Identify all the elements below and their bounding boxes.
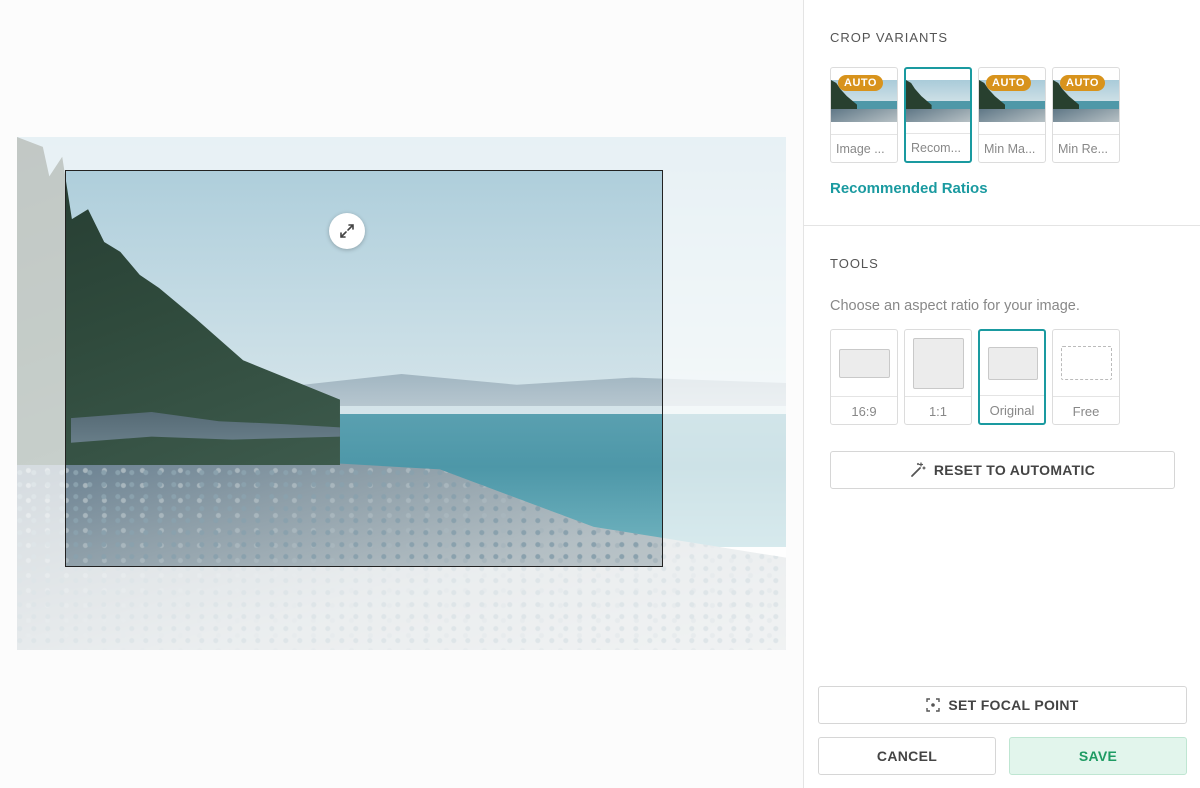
crop-variant-card-selected[interactable]: Recom... <box>904 67 972 163</box>
ratio-16-9-icon <box>839 349 890 378</box>
save-label: SAVE <box>1078 748 1118 764</box>
crop-variant-card[interactable]: AUTO Image ... <box>830 67 898 163</box>
source-image <box>17 137 786 650</box>
crop-variant-card[interactable]: AUTO Min Re... <box>1052 67 1120 163</box>
set-focal-point-button[interactable]: SET FOCAL POINT <box>818 686 1187 724</box>
section-divider <box>804 225 1200 226</box>
save-button[interactable]: SAVE <box>1009 737 1187 775</box>
cancel-label: CANCEL <box>876 748 938 764</box>
focal-point-label: SET FOCAL POINT <box>948 697 1079 713</box>
resize-handle-icon[interactable] <box>329 213 365 249</box>
aspect-ratio-hint: Choose an aspect ratio for your image. <box>830 298 1080 314</box>
ratio-label: Free <box>1053 396 1119 424</box>
ratio-option-1-1[interactable]: 1:1 <box>904 329 972 425</box>
variant-thumbnail <box>906 80 970 122</box>
ratio-label: 1:1 <box>905 396 971 424</box>
crop-sidebar: CROP VARIANTS AUTO Image ... Recom... AU… <box>803 0 1200 788</box>
variant-label: Min Re... <box>1053 134 1119 162</box>
aspect-ratio-list: 16:9 1:1 Original Free <box>830 329 1120 425</box>
magic-wand-icon <box>910 462 926 477</box>
crop-variant-list: AUTO Image ... Recom... AUTO Min Ma... A… <box>830 67 1120 163</box>
ratio-original-icon <box>988 347 1038 380</box>
ratio-option-16-9[interactable]: 16:9 <box>830 329 898 425</box>
image-canvas <box>0 0 803 788</box>
crop-variant-card[interactable]: AUTO Min Ma... <box>978 67 1046 163</box>
ratio-1-1-icon <box>913 338 964 389</box>
variant-label: Min Ma... <box>979 134 1045 162</box>
tools-heading: TOOLS <box>830 256 879 271</box>
variant-label: Image ... <box>831 134 897 162</box>
ratio-option-free[interactable]: Free <box>1052 329 1120 425</box>
ratio-option-original[interactable]: Original <box>978 329 1046 425</box>
auto-badge: AUTO <box>838 75 883 91</box>
ratio-label: Original <box>980 395 1044 423</box>
ratio-free-icon <box>1061 346 1112 380</box>
cancel-button[interactable]: CANCEL <box>818 737 996 775</box>
auto-badge: AUTO <box>986 75 1031 91</box>
reset-label: RESET TO AUTOMATIC <box>933 462 1096 478</box>
crop-variants-heading: CROP VARIANTS <box>830 30 948 45</box>
reset-to-automatic-button[interactable]: RESET TO AUTOMATIC <box>830 451 1175 489</box>
auto-badge: AUTO <box>1060 75 1105 91</box>
focal-point-icon <box>926 698 941 712</box>
ratio-label: 16:9 <box>831 396 897 424</box>
variant-label: Recom... <box>906 133 970 161</box>
recommended-ratios-link[interactable]: Recommended Ratios <box>830 180 988 197</box>
